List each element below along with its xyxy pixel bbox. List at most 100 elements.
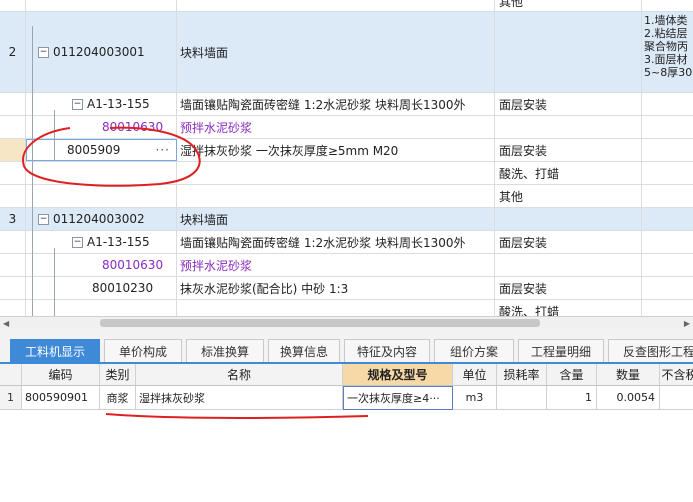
feature-cell[interactable] [642, 208, 693, 230]
tree-line [54, 110, 55, 160]
name-cell[interactable] [177, 0, 495, 11]
collapse-toggle-icon[interactable]: − [72, 98, 83, 110]
col-header-quantity[interactable]: 数量 [597, 364, 660, 386]
name-cell[interactable]: 墙面镶贴陶瓷面砖密缝 1:2水泥砂浆 块料周长1300外 [177, 93, 495, 115]
col-header-loss-rate[interactable]: 损耗率 [497, 364, 547, 386]
name-cell[interactable]: 墙面镶贴陶瓷面砖密缝 1:2水泥砂浆 块料周长1300外 [177, 231, 495, 253]
work-content-cell[interactable]: 面层安装 [495, 277, 642, 299]
tab-standard-conversion[interactable]: 标准换算 [186, 339, 264, 362]
more-button[interactable]: ··· [156, 143, 170, 157]
table-row[interactable]: 酸洗、打蜡 [0, 300, 693, 316]
tab-quantity-detail[interactable]: 工程量明细 [518, 339, 604, 362]
name-cell[interactable] [177, 185, 495, 207]
tab-features-content[interactable]: 特征及内容 [344, 339, 430, 362]
resource-code-cell[interactable]: 800590901 [22, 386, 100, 410]
code-cell[interactable]: − A1-13-155 [26, 231, 177, 253]
work-content-cell[interactable]: 酸洗、打蜡 [495, 300, 642, 316]
resource-unit-cell[interactable]: m3 [453, 386, 497, 410]
work-content-cell[interactable] [495, 12, 642, 92]
table-row-list-item-3[interactable]: 3 − 011204003002 块料墙面 [0, 208, 693, 231]
scrollbar-thumb[interactable] [100, 319, 540, 327]
feature-cell[interactable] [642, 93, 693, 115]
scroll-right-icon[interactable]: ▶ [684, 319, 690, 328]
code-cell[interactable]: − 011204003002 [26, 208, 177, 230]
work-content-cell[interactable]: 面层安装 [495, 139, 642, 161]
feature-cell[interactable] [642, 0, 693, 11]
work-content-cell[interactable]: 其他 [495, 0, 642, 11]
feature-cell[interactable] [642, 300, 693, 316]
feature-cell[interactable] [642, 116, 693, 138]
collapse-toggle-icon[interactable]: − [72, 236, 83, 248]
table-row-quota[interactable]: − A1-13-155 墙面镶贴陶瓷面砖密缝 1:2水泥砂浆 块料周长1300外… [0, 93, 693, 116]
code-cell[interactable] [26, 185, 177, 207]
row-index-cell [0, 231, 26, 253]
resource-pretax-cell[interactable] [660, 386, 693, 410]
scroll-left-icon[interactable]: ◀ [3, 319, 9, 328]
name-cell[interactable]: 预拌水泥砂浆 [177, 116, 495, 138]
name-cell[interactable]: 抹灰水泥砂浆(配合比) 中砂 1:3 [177, 277, 495, 299]
work-content-cell[interactable] [495, 208, 642, 230]
code-cell[interactable] [26, 300, 177, 316]
table-row[interactable]: 其他 [0, 185, 693, 208]
code-cell[interactable]: 80010630 [26, 254, 177, 276]
code-edit-cell[interactable]: 8005909 ··· [26, 139, 177, 161]
tab-reverse-lookup[interactable]: 反查图形工程 [608, 339, 693, 362]
feature-cell[interactable] [642, 277, 693, 299]
code-input[interactable]: 8005909 [67, 143, 120, 157]
work-content-cell[interactable]: 酸洗、打蜡 [495, 162, 642, 184]
col-header-category[interactable]: 类别 [100, 364, 136, 386]
resource-spec-input[interactable]: 一次抹灰厚度≥4··· [343, 386, 453, 410]
feature-cell[interactable] [642, 185, 693, 207]
collapse-toggle-icon[interactable]: − [38, 46, 49, 58]
name-cell[interactable] [177, 300, 495, 316]
name-cell[interactable]: 湿拌抹灰砂浆 一次抹灰厚度≥5mm M20 [177, 139, 495, 161]
code-cell[interactable]: 80010230 [26, 277, 177, 299]
row-index-cell [0, 0, 26, 11]
code-cell[interactable] [26, 0, 177, 11]
work-content-cell[interactable]: 其他 [495, 185, 642, 207]
work-content-text: 其他 [499, 189, 524, 204]
table-row-quota[interactable]: − A1-13-155 墙面镶贴陶瓷面砖密缝 1:2水泥砂浆 块料周长1300外… [0, 231, 693, 254]
table-row-material-editing[interactable]: 8005909 ··· 湿拌抹灰砂浆 一次抹灰厚度≥5mm M20 面层安装 [0, 139, 693, 162]
table-row-list-item-2[interactable]: 2 − 011204003001 块料墙面 1.墙体类 2.粘结层 聚合物丙 3… [0, 12, 693, 93]
work-content-cell[interactable] [495, 254, 642, 276]
table-row-material[interactable]: 80010630 预拌水泥砂浆 [0, 116, 693, 139]
tab-pricing-scheme[interactable]: 组价方案 [434, 339, 514, 362]
table-row[interactable]: 其他 [0, 0, 693, 12]
resource-content-cell[interactable]: 1 [547, 386, 597, 410]
resource-name-cell[interactable]: 湿拌抹灰砂浆 [136, 386, 343, 410]
resource-quantity-cell[interactable]: 0.0054 [597, 386, 660, 410]
table-row-material[interactable]: 80010230 抹灰水泥砂浆(配合比) 中砂 1:3 面层安装 [0, 277, 693, 300]
col-header-spec[interactable]: 规格及型号 [343, 364, 453, 386]
table-row[interactable]: 酸洗、打蜡 [0, 162, 693, 185]
code-cell[interactable]: 80010630 [26, 116, 177, 138]
feature-cell[interactable] [642, 231, 693, 253]
name-cell[interactable] [177, 162, 495, 184]
col-header-unit[interactable]: 单位 [453, 364, 497, 386]
feature-cell[interactable]: 1.墙体类 2.粘结层 聚合物丙 3.面层材 5~8厚30 [642, 12, 693, 92]
name-cell[interactable]: 预拌水泥砂浆 [177, 254, 495, 276]
code-cell[interactable]: − 011204003001 [26, 12, 177, 92]
name-cell[interactable]: 块料墙面 [177, 12, 495, 92]
row-index-cell [0, 277, 26, 299]
resource-category-cell[interactable]: 商浆 [100, 386, 136, 410]
collapse-toggle-icon[interactable]: − [38, 213, 49, 225]
feature-cell[interactable] [642, 139, 693, 161]
work-content-cell[interactable]: 面层安装 [495, 93, 642, 115]
code-cell[interactable] [26, 162, 177, 184]
resource-loss-cell[interactable] [497, 386, 547, 410]
work-content-cell[interactable] [495, 116, 642, 138]
tab-conversion-info[interactable]: 换算信息 [268, 339, 340, 362]
feature-cell[interactable] [642, 254, 693, 276]
col-header-pretax[interactable]: 不含税 [660, 364, 693, 386]
col-header-code[interactable]: 编码 [22, 364, 100, 386]
code-cell[interactable]: − A1-13-155 [26, 93, 177, 115]
col-header-content[interactable]: 含量 [547, 364, 597, 386]
tab-unit-price[interactable]: 单价构成 [104, 339, 182, 362]
name-cell[interactable]: 块料墙面 [177, 208, 495, 230]
table-row-material[interactable]: 80010630 预拌水泥砂浆 [0, 254, 693, 277]
feature-cell[interactable] [642, 162, 693, 184]
tab-labor-material-machine[interactable]: 工料机显示 [10, 339, 100, 362]
col-header-name[interactable]: 名称 [136, 364, 343, 386]
work-content-cell[interactable]: 面层安装 [495, 231, 642, 253]
